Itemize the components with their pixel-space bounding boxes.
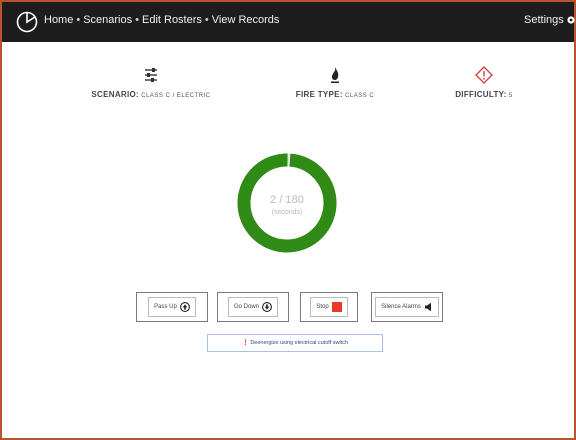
arrow-down-circle-icon xyxy=(262,302,272,312)
timer-count: 2 / 180 xyxy=(270,194,304,206)
nav-scenarios-link[interactable]: Scenarios xyxy=(83,14,132,26)
nav-separator: • xyxy=(204,14,209,26)
top-navbar: Home • Scenarios • Edit Rosters • View R… xyxy=(2,2,576,42)
pass-up-button[interactable]: Pass Up xyxy=(136,292,208,322)
scenario-stat: SCENARIO: CLASS C / ELECTRIC xyxy=(66,66,236,99)
fire-type-stat: FIRE TYPE: CLASS C xyxy=(274,66,396,99)
stop-square-icon xyxy=(331,302,342,312)
difficulty-value: 5 xyxy=(508,93,513,99)
difficulty-label: DIFFICULTY: xyxy=(455,90,507,99)
speaker-icon xyxy=(424,302,431,312)
safety-hint-text: ❗ Deenergize using electrical cutoff swi… xyxy=(241,340,349,346)
silence-alarms-label: Silence Alarms xyxy=(381,304,421,310)
nav-separator: • xyxy=(76,14,81,26)
go-down-button[interactable]: Go Down xyxy=(217,292,289,322)
timer-unit: (seconds) xyxy=(271,209,303,216)
timer-readout: 2 / 180 (seconds) xyxy=(236,194,338,216)
app-logo-icon[interactable] xyxy=(16,11,38,33)
nav-home-link[interactable]: Home xyxy=(44,14,73,26)
nav-separator: • xyxy=(135,14,139,26)
warning-diamond-icon xyxy=(475,66,493,84)
fire-type-label: FIRE TYPE: xyxy=(295,90,343,99)
silence-alarms-button-inner: Silence Alarms xyxy=(375,297,439,317)
safety-hint: ❗ Deenergize using electrical cutoff swi… xyxy=(207,334,383,352)
scenario-value: CLASS C / ELECTRIC xyxy=(141,93,211,99)
scenario-label: SCENARIO: xyxy=(91,90,139,99)
settings-link[interactable]: Settings xyxy=(524,14,576,26)
nav-edit-rosters-link[interactable]: Edit Rosters xyxy=(142,14,202,26)
silence-alarms-button[interactable]: Silence Alarms xyxy=(371,292,443,322)
flame-icon xyxy=(331,67,339,83)
settings-label: Settings xyxy=(524,14,564,26)
gear-icon xyxy=(567,16,575,24)
stop-label: Stop xyxy=(316,304,329,310)
stop-button[interactable]: Stop xyxy=(300,292,358,322)
sliders-icon xyxy=(145,68,157,82)
nav-links: Home • Scenarios • Edit Rosters • View R… xyxy=(44,14,279,26)
pass-up-button-inner: Pass Up xyxy=(148,297,196,317)
go-down-label: Go Down xyxy=(233,304,259,310)
stop-button-inner: Stop xyxy=(310,297,348,317)
pass-up-label: Pass Up xyxy=(154,304,177,310)
nav-view-records-link[interactable]: View Records xyxy=(212,14,280,26)
difficulty-stat: DIFFICULTY: 5 xyxy=(434,66,534,99)
fire-type-value: CLASS C xyxy=(345,93,375,99)
go-down-button-inner: Go Down xyxy=(227,297,278,317)
arrow-up-circle-icon xyxy=(179,302,190,312)
